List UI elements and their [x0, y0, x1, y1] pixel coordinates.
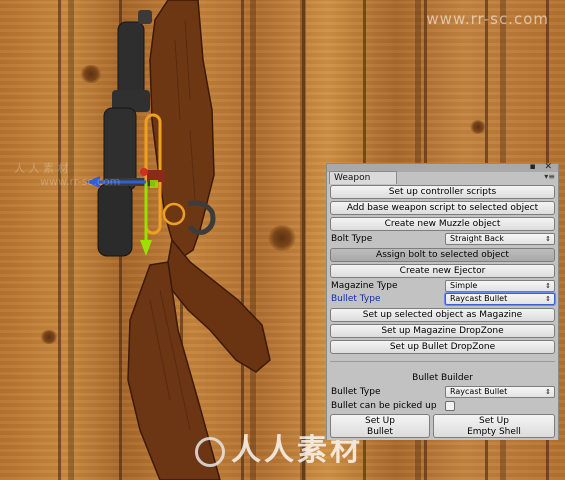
- setup-bullet-dropzone-button[interactable]: Set up Bullet DropZone: [330, 340, 555, 354]
- pickup-label: Bullet can be picked up: [331, 401, 437, 411]
- bullet-builder-header: Bullet Builder: [412, 373, 473, 383]
- add-base-weapon-button[interactable]: Add base weapon script to selected objec…: [330, 201, 555, 215]
- dropdown-arrow-icon: ⇕: [545, 235, 551, 243]
- create-ejector-button[interactable]: Create new Ejector: [330, 264, 555, 278]
- setup-magazine-button[interactable]: Set up selected object as Magazine: [330, 308, 555, 322]
- tab-menu-icon[interactable]: ▾≡: [544, 172, 555, 181]
- watermark-faint: 人 人 素 材: [14, 162, 69, 175]
- bullet-type-label: Bullet Type: [331, 294, 381, 304]
- panel-content: Set up controller scripts Add base weapo…: [327, 184, 558, 440]
- bolt-type-label: Bolt Type: [331, 234, 373, 244]
- logo-circle-icon: [195, 436, 225, 467]
- builder-bullet-type-value: Raycast Bullet: [450, 387, 508, 396]
- magazine-type-dropdown[interactable]: Simple ⇕: [445, 280, 555, 292]
- dropdown-arrow-icon: ⇕: [545, 388, 551, 396]
- magazine-type-value: Simple: [450, 281, 478, 290]
- separator: [330, 361, 555, 362]
- setup-bullet-button[interactable]: Set Up Bullet: [330, 414, 430, 438]
- bullet-type-dropdown[interactable]: Raycast Bullet ⇕: [445, 293, 555, 305]
- create-muzzle-button[interactable]: Create new Muzzle object: [330, 217, 555, 231]
- setup-controller-button[interactable]: Set up controller scripts: [330, 185, 555, 199]
- builder-bullet-type-label: Bullet Type: [331, 387, 381, 397]
- window-controls[interactable]: ▪ ✕: [529, 162, 555, 172]
- dropdown-arrow-icon: ⇕: [545, 282, 551, 290]
- tab-weapon-setup[interactable]: Weapon setup: [329, 171, 397, 196]
- bolt-type-value: Straight Back: [450, 234, 504, 243]
- bullet-type-value: Raycast Bullet: [450, 294, 508, 303]
- builder-bullet-type-dropdown[interactable]: Raycast Bullet ⇕: [445, 386, 555, 398]
- setup-magazine-dropzone-button[interactable]: Set up Magazine DropZone: [330, 324, 555, 338]
- pickup-checkbox[interactable]: [445, 401, 455, 411]
- setup-empty-shell-button[interactable]: Set Up Empty Shell: [433, 414, 555, 438]
- weapon-setup-window: ▪ ✕ Weapon setup ▾≡ Set up controller sc…: [326, 162, 559, 440]
- dropdown-arrow-icon: ⇕: [545, 295, 551, 303]
- magazine-type-label: Magazine Type: [331, 281, 398, 291]
- assign-bolt-button[interactable]: Assign bolt to selected object: [330, 248, 555, 262]
- bolt-type-dropdown[interactable]: Straight Back ⇕: [445, 233, 555, 245]
- watermark-faint: www.rr-sc.com: [40, 175, 121, 188]
- watermark-site: www.rr-sc.com: [426, 10, 549, 28]
